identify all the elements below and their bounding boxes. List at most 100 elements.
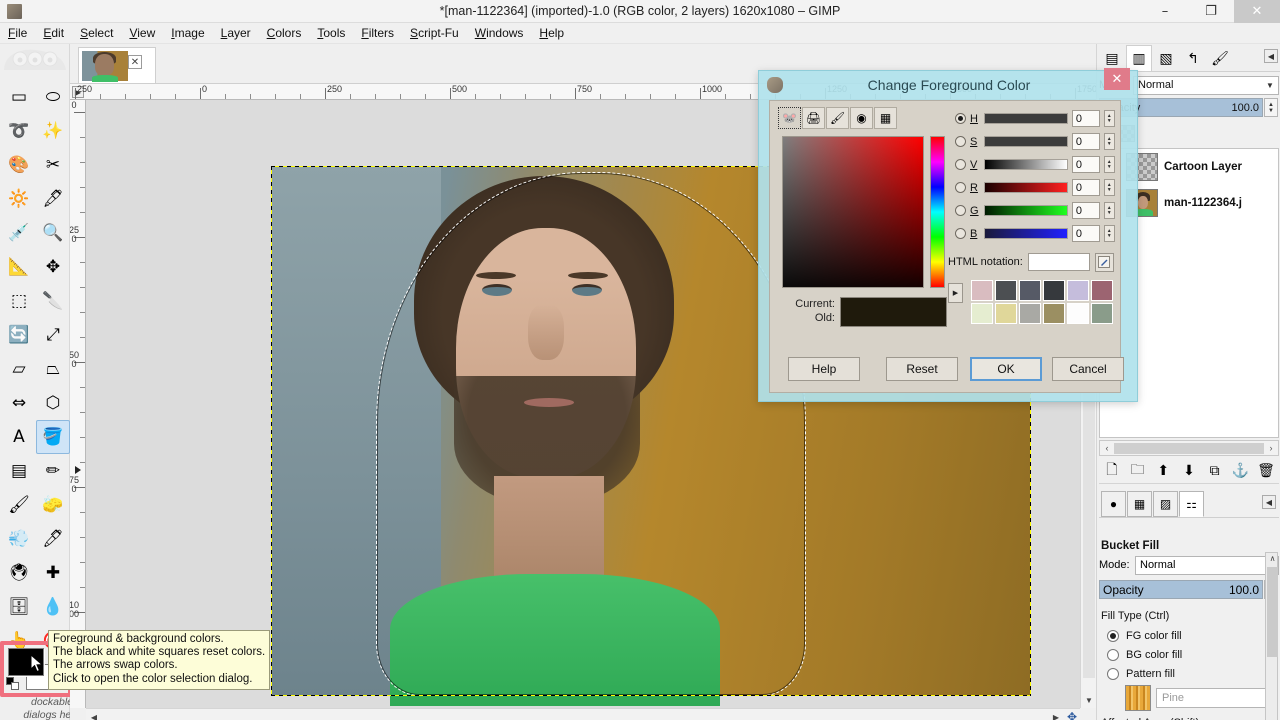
pencil-tool[interactable]: ✏ [36,454,70,488]
cage-transform-tool[interactable]: ⬡ [36,386,70,420]
menu-item-image[interactable]: Image [163,23,212,42]
new-layer-group-button[interactable]: 🗀 [1128,461,1148,481]
channel-spinner-s[interactable]: ▲ ▼ [1103,133,1115,150]
tool-options-scrollbar[interactable]: ∧ ∨ [1265,552,1278,720]
ellipse-select-tool[interactable]: ⬭ [36,80,70,114]
airbrush-tool[interactable]: 💨 [2,522,36,556]
fuzzy-select-tool[interactable]: ✨ [36,114,70,148]
bucket-mode-combo[interactable]: Normal ▼ [1135,555,1279,575]
palette-swatch[interactable] [971,303,993,324]
palette-grid[interactable] [970,279,1120,325]
cancel-button[interactable]: Cancel [1052,357,1124,381]
palette-swatch[interactable] [1067,280,1089,301]
scroll-left-icon[interactable]: ‹ [1100,443,1114,453]
channel-value-h[interactable]: 0 [1071,110,1100,127]
dialog-close-button[interactable]: ✕ [1104,68,1130,90]
move-tool[interactable]: ✥ [36,250,70,284]
eraser-tool[interactable]: 🧽 [36,488,70,522]
palette-tab[interactable]: ▦ [874,107,897,129]
brushes-tab[interactable]: ● [1101,491,1126,517]
layer-scroll-thumb[interactable] [1114,442,1264,454]
gradient-tool[interactable]: ▤ [2,454,36,488]
palette-swatch[interactable] [1091,280,1113,301]
bucket-opacity-slider[interactable]: Opacity 100.0 [1099,580,1263,599]
gimp-selector-tab[interactable]: 🐭 [778,107,801,129]
scroll-right-icon[interactable]: ▶ [1050,711,1062,720]
menu-item-select[interactable]: Select [72,23,121,42]
vertical-ruler[interactable]: 0 250 500 750 1000 [70,100,86,708]
select-by-color-tool[interactable]: 🎨 [2,148,36,182]
channel-value-g[interactable]: 0 [1071,202,1100,219]
radio-icon-channel-r[interactable] [955,182,966,193]
dock-menu-button[interactable]: ◀ [1264,49,1278,63]
palette-swatch[interactable] [1091,303,1113,324]
channel-spinner-h[interactable]: ▲ ▼ [1103,110,1115,127]
channel-slider-s[interactable] [984,136,1068,147]
layer-mode-combo[interactable]: Normal ▼ [1133,75,1279,95]
anchor-layer-button[interactable]: ⚓ [1230,461,1250,481]
scroll-left-icon[interactable]: ◀ [88,711,100,720]
image-tab[interactable] [78,47,156,83]
scroll-down-icon[interactable]: ▼ [1083,694,1095,706]
palette-expander-icon[interactable]: ▶ [948,283,963,303]
palette-swatch[interactable] [1043,280,1065,301]
navigation-preview-icon[interactable]: ✥ [1064,709,1080,720]
bucket-fill-tool[interactable]: 🪣 [36,420,70,454]
ink-tool[interactable]: 🖊 [36,522,70,556]
reset-colors-icon[interactable] [6,677,19,690]
free-select-tool[interactable]: ➰ [2,114,36,148]
menu-item-layer[interactable]: Layer [213,23,259,42]
channel-value-v[interactable]: 0 [1071,156,1100,173]
menu-item-script-fu[interactable]: Script-Fu [402,23,467,42]
color-wheel-tab[interactable]: ◉ [850,107,873,129]
heal-tool[interactable]: ✚ [36,556,70,590]
radio-icon-channel-g[interactable] [955,205,966,216]
text-tool[interactable]: A [2,420,36,454]
channel-spinner-v[interactable]: ▲ ▼ [1103,156,1115,173]
palette-swatch[interactable] [1067,303,1089,324]
blur-sharpen-tool[interactable]: 💧 [36,590,70,624]
rectangle-select-tool[interactable]: ▭ [2,80,36,114]
patterns-tab[interactable]: ▦ [1127,491,1152,517]
foreground-select-tool[interactable]: 🔆 [2,182,36,216]
radio-icon-channel-s[interactable] [955,136,966,147]
channel-slider-g[interactable] [984,205,1068,216]
layer-opacity-spinner[interactable]: ▲ ▼ [1264,98,1278,117]
palette-swatch[interactable] [995,280,1017,301]
radio-icon-pattern-fill[interactable] [1107,668,1119,680]
radio-icon-channel-b[interactable] [955,228,966,239]
fill-option-bg[interactable]: BG color fill [1107,645,1277,665]
menu-item-view[interactable]: View [121,23,163,42]
channel-slider-v[interactable] [984,159,1068,170]
color-picker-tool[interactable]: 💉 [2,216,36,250]
channel-value-s[interactable]: 0 [1071,133,1100,150]
reset-button[interactable]: Reset [886,357,958,381]
menu-item-windows[interactable]: Windows [467,23,532,42]
watercolor-tab[interactable]: 🖌 [826,107,849,129]
pattern-swatch-icon[interactable] [1125,685,1151,711]
fill-option-pattern[interactable]: Pattern fill [1107,664,1277,684]
layer-list-horizontal-scrollbar[interactable]: ‹ › [1099,440,1279,456]
flip-tool[interactable]: ⇔ [2,386,36,420]
paintbrush-tool[interactable]: 🖌 [2,488,36,522]
menu-item-tools[interactable]: Tools [309,23,353,42]
brushes-tab[interactable]: 🖌 [1207,45,1233,71]
tool-options-tab[interactable]: ⚏ [1179,491,1204,517]
channel-value-b[interactable]: 0 [1071,225,1100,242]
delete-layer-button[interactable]: 🗑 [1256,461,1276,481]
saturation-value-area[interactable] [782,136,924,288]
scissors-select-tool[interactable]: ✂ [36,148,70,182]
canvas-horizontal-scrollbar[interactable]: ◀ ▶ ✥ [86,708,1080,720]
tool-options-menu-button[interactable]: ◀ [1262,495,1276,509]
duplicate-layer-button[interactable]: ⧉ [1205,461,1225,481]
palette-swatch[interactable] [1019,303,1041,324]
palette-swatch[interactable] [1043,303,1065,324]
channel-value-r[interactable]: 0 [1071,179,1100,196]
fill-option-fg[interactable]: FG color fill [1107,626,1277,646]
radio-icon-bg-fill[interactable] [1107,649,1119,661]
palette-swatch[interactable] [971,280,993,301]
menu-item-file[interactable]: File [0,23,35,42]
menu-item-help[interactable]: Help [531,23,572,42]
shear-tool[interactable]: ▱ [2,352,36,386]
maximize-button[interactable]: ❐ [1188,0,1234,23]
